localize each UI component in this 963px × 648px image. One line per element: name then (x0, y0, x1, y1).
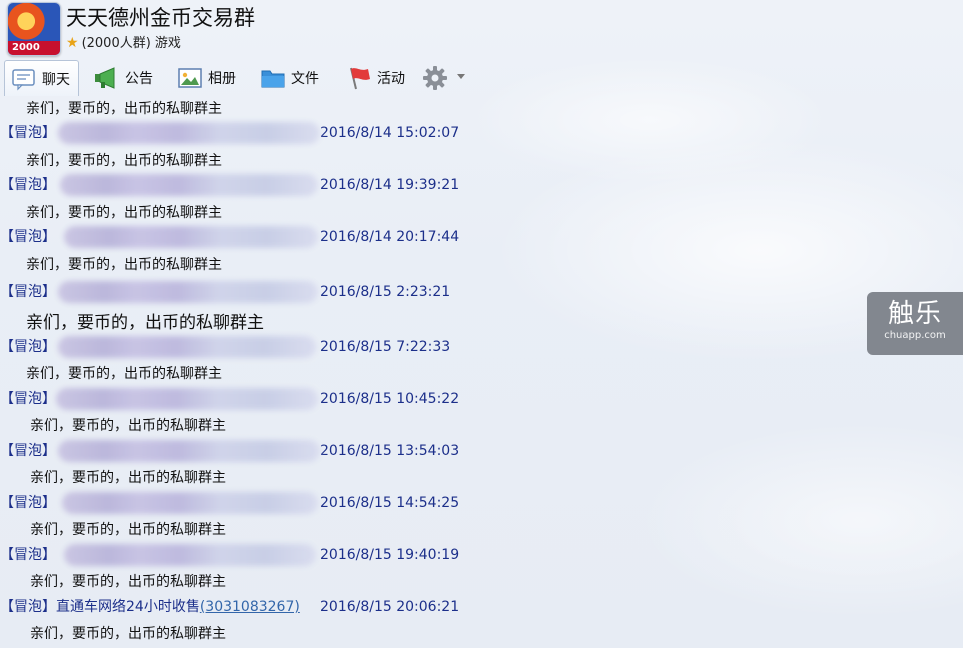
group-header: 2000 天天德州金币交易群 ★ (2000人群) 游戏 (0, 0, 963, 56)
tab-album[interactable]: 相册 (177, 60, 236, 96)
message-sender-qq[interactable]: (3031083267) (200, 599, 300, 615)
message-tag: 【冒泡】 (0, 177, 56, 193)
message-time: 2016/8/15 13:54:03 (320, 443, 460, 459)
tab-announcement[interactable]: 公告 (94, 60, 153, 96)
tab-files-label: 文件 (291, 71, 319, 87)
message-tag: 【冒泡】 (0, 443, 56, 459)
message-time: 2016/8/15 14:54:25 (320, 495, 460, 511)
chat-message-list[interactable]: 亲们，要币的，出币的私聊群主 【冒泡】 2016/8/14 15:02:07 亲… (0, 96, 963, 648)
message-header: 【冒泡】直通车网络24小时收售(3031083267) 2016/8/15 20… (0, 597, 480, 617)
message-time: 2016/8/14 19:39:21 (320, 177, 460, 193)
redacted-sender (58, 440, 320, 462)
message-time: 2016/8/15 19:40:19 (320, 547, 460, 563)
message-tag: 【冒泡】 (0, 599, 56, 615)
tab-chat-label: 聊天 (42, 71, 70, 88)
message-time: 2016/8/15 7:22:33 (320, 339, 451, 355)
message-body: 亲们，要币的，出币的私聊群主 (30, 418, 226, 434)
chevron-down-icon[interactable] (457, 74, 465, 79)
message-time: 2016/8/14 15:02:07 (320, 125, 460, 141)
message-sender[interactable]: 直通车网络24小时收售 (56, 599, 200, 615)
group-subtitle: (2000人群) 游戏 (81, 36, 181, 51)
message-body: 亲们，要币的，出币的私聊群主 (30, 470, 226, 486)
watermark-logo: 触乐 chuapp.com (867, 292, 963, 355)
redacted-sender (58, 122, 320, 144)
flag-icon (350, 67, 370, 90)
message-tag: 【冒泡】 (0, 547, 56, 563)
redacted-sender (60, 174, 318, 196)
group-toolbar: 聊天 公告 相册 文件 活动 (0, 56, 480, 100)
message-body: 亲们，要币的，出币的私聊群主 (30, 522, 226, 538)
message-time: 2016/8/14 20:17:44 (320, 229, 460, 245)
message-body-partial: 亲们，要币的，出币的私聊群主 (26, 101, 222, 117)
tab-chat[interactable]: 聊天 (4, 60, 79, 96)
tab-files[interactable]: 文件 (260, 60, 319, 96)
message-tag: 【冒泡】 (0, 125, 56, 141)
message-tag: 【冒泡】 (0, 495, 56, 511)
chat-icon (12, 68, 35, 90)
watermark-main: 触乐 (887, 299, 942, 329)
redacted-sender (58, 336, 316, 358)
tab-announcement-label: 公告 (125, 71, 153, 87)
message-body: 亲们，要币的，出币的私聊群主 (26, 257, 222, 273)
tab-activity[interactable]: 活动 (346, 60, 405, 96)
watermark-sub: chuapp.com (884, 330, 946, 341)
tab-album-label: 相册 (208, 71, 236, 87)
gear-icon[interactable] (421, 64, 449, 92)
message-body: 亲们，要币的，出币的私聊群主 (30, 626, 226, 642)
megaphone-icon (95, 67, 115, 89)
message-time: 2016/8/15 10:45:22 (320, 391, 460, 407)
message-tag: 【冒泡】 (0, 229, 56, 245)
avatar-badge: 2000 (8, 41, 60, 55)
message-tag: 【冒泡】 (0, 339, 56, 355)
message-body: 亲们，要币的，出币的私聊群主 (26, 153, 222, 169)
tab-activity-label: 活动 (377, 71, 405, 87)
message-tag: 【冒泡】 (0, 391, 56, 407)
folder-icon (261, 70, 285, 88)
message-body: 亲们，要币的，出币的私聊群主 (26, 366, 222, 382)
redacted-sender (58, 281, 318, 303)
group-subtitle-row: ★ (2000人群) 游戏 (66, 32, 181, 51)
star-icon: ★ (66, 35, 79, 51)
message-body: 亲们，要币的，出币的私聊群主 (30, 574, 226, 590)
message-tag: 【冒泡】 (0, 284, 56, 300)
redacted-sender (56, 388, 318, 410)
group-title: 天天德州金币交易群 (66, 6, 255, 30)
redacted-sender (64, 226, 318, 248)
message-time: 2016/8/15 20:06:21 (320, 599, 460, 615)
redacted-sender (64, 544, 316, 566)
message-body: 亲们，要币的，出币的私聊群主 (26, 313, 264, 333)
redacted-sender (62, 492, 318, 514)
group-avatar[interactable]: 2000 (7, 2, 61, 56)
photo-album-icon (178, 68, 202, 88)
message-body: 亲们，要币的，出币的私聊群主 (26, 205, 222, 221)
message-time: 2016/8/15 2:23:21 (320, 284, 451, 300)
